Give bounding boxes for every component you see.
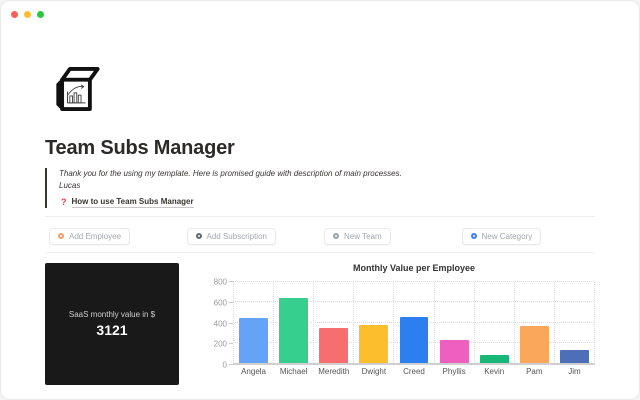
x-tick-label: Jim	[568, 367, 580, 376]
bar-jim	[560, 350, 589, 363]
bar-slot-meredith: Meredith	[313, 282, 353, 363]
button-accent-icon	[333, 233, 339, 239]
monthly-value-chart: Monthly Value per Employee 0 200 400 600 800…	[205, 263, 595, 385]
chart-plot-area: AngelaMichaelMeredithDwightCreedPhyllisK…	[233, 282, 595, 365]
button-add-employee[interactable]: Add Employee	[49, 228, 130, 245]
x-tick-label: Dwight	[362, 367, 386, 376]
question-mark-icon: ?	[61, 197, 67, 207]
bar-michael	[279, 298, 308, 363]
x-tick-label: Kevin	[484, 367, 504, 376]
card-label: SaaS monthly value in $	[69, 310, 155, 319]
window-titlebar	[1, 1, 639, 27]
button-new-category[interactable]: New Category	[462, 228, 542, 245]
bar-pam	[520, 326, 549, 363]
button-new-team[interactable]: New Team	[324, 228, 391, 245]
app-window: Team Subs Manager Thank you for the usin…	[0, 0, 640, 400]
zoom-window-button[interactable]	[37, 11, 44, 18]
divider	[45, 216, 595, 217]
button-label: Add Subscription	[207, 232, 267, 241]
guide-page-link-row: ? How to use Team Subs Manager	[59, 196, 595, 208]
bar-slot-dwight: Dwight	[353, 282, 393, 363]
y-tick-label: 400	[214, 319, 227, 328]
bar-meredith	[319, 328, 348, 363]
quote-block: Thank you for the using my template. Her…	[45, 168, 595, 208]
button-accent-icon	[196, 233, 202, 239]
button-accent-icon	[471, 233, 477, 239]
x-tick-label: Creed	[403, 367, 425, 376]
saas-monthly-value-card: SaaS monthly value in $ 3121	[45, 263, 179, 385]
y-tick-label: 200	[214, 340, 227, 349]
y-tick-label: 600	[214, 298, 227, 307]
y-tick-label: 800	[214, 278, 227, 287]
chart-title: Monthly Value per Employee	[205, 263, 595, 273]
page-title: Team Subs Manager	[45, 137, 595, 160]
bar-slot-creed: Creed	[393, 282, 433, 363]
bar-slot-angela: Angela	[233, 282, 273, 363]
action-buttons-row: Add Employee Add Subscription New Team N…	[45, 226, 595, 243]
button-label: Add Employee	[69, 232, 121, 241]
y-tick-label: 0	[223, 361, 227, 370]
x-tick-label: Michael	[280, 367, 308, 376]
bar-slot-jim: Jim	[554, 282, 594, 363]
minimize-window-button[interactable]	[24, 11, 31, 18]
bar-slot-phyllis: Phyllis	[434, 282, 474, 363]
bar-slot-michael: Michael	[273, 282, 313, 363]
how-to-use-page-link[interactable]: How to use Team Subs Manager	[72, 196, 194, 208]
chart-y-axis: 0200400600800	[205, 282, 233, 365]
bar-slot-kevin: Kevin	[474, 282, 514, 363]
x-tick-label: Meredith	[318, 367, 349, 376]
button-add-subscription[interactable]: Add Subscription	[187, 228, 276, 245]
bar-creed	[400, 317, 429, 363]
quote-text: Thank you for the using my template. Her…	[59, 168, 595, 180]
cube-bar-chart-icon[interactable]	[49, 63, 103, 115]
close-window-button[interactable]	[11, 11, 18, 18]
button-label: New Team	[344, 232, 382, 241]
card-value: 3121	[96, 322, 127, 338]
divider	[45, 252, 595, 253]
bar-angela	[239, 318, 268, 363]
bar-kevin	[480, 355, 509, 363]
quote-author: Lucas	[59, 180, 595, 192]
bar-slot-pam: Pam	[514, 282, 554, 363]
bar-dwight	[359, 325, 388, 363]
button-accent-icon	[58, 233, 64, 239]
bar-phyllis	[440, 340, 469, 363]
button-label: New Category	[482, 232, 533, 241]
x-tick-label: Angela	[241, 367, 266, 376]
x-tick-label: Phyllis	[443, 367, 466, 376]
x-tick-label: Pam	[526, 367, 542, 376]
